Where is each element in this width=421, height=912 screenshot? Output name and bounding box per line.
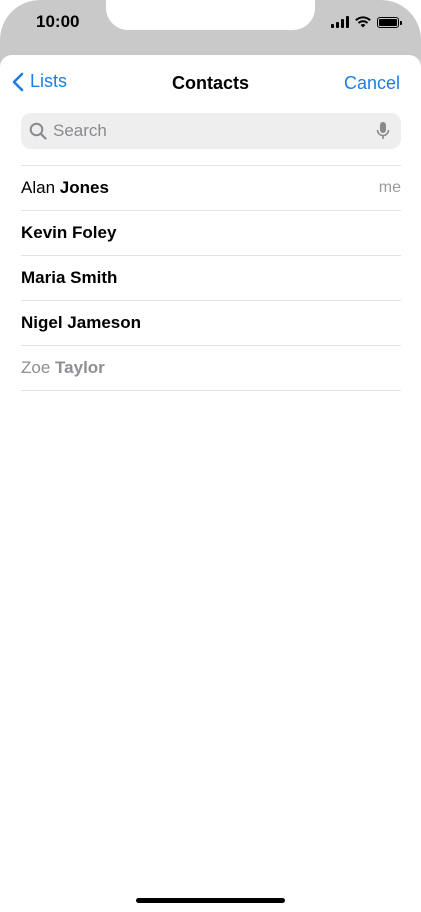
home-indicator	[136, 898, 285, 903]
battery-icon	[377, 16, 402, 28]
contact-row-alan-jones[interactable]: Alan Jones me	[21, 166, 401, 211]
contact-name: Zoe Taylor	[21, 358, 105, 377]
contact-row-kevin-foley[interactable]: Kevin Foley	[21, 211, 401, 256]
contacts-sheet: Lists Contacts Cancel Alan Jones	[0, 55, 421, 912]
contact-row-nigel-jameson[interactable]: Nigel Jameson	[21, 301, 401, 346]
contact-row-maria-smith[interactable]: Maria Smith	[21, 256, 401, 301]
navigation-bar: Lists Contacts Cancel	[0, 55, 421, 113]
microphone-icon[interactable]	[375, 121, 391, 141]
search-input[interactable]	[53, 121, 375, 141]
signal-icon	[331, 16, 349, 28]
contact-row-zoe-taylor[interactable]: Zoe Taylor	[21, 346, 401, 391]
contacts-list: Alan Jones me Kevin Foley Maria Smith Ni…	[21, 165, 401, 391]
contact-name: Kevin Foley	[21, 223, 117, 242]
contact-name: Alan Jones	[21, 178, 109, 197]
device-frame: 10:00 Lists Contacts Cancel Search Alan …	[0, 0, 421, 912]
search-icon	[29, 122, 47, 140]
cancel-button[interactable]: Cancel	[344, 73, 400, 94]
contact-name: Nigel Jameson	[21, 313, 141, 332]
screen-corner-left	[0, 0, 40, 40]
status-icons	[331, 15, 402, 29]
notch	[106, 0, 315, 30]
wifi-icon	[355, 16, 371, 28]
status-time: 10:00	[36, 12, 80, 31]
me-label: me	[378, 179, 401, 196]
search-bar[interactable]	[21, 113, 401, 149]
contact-name: Maria Smith	[21, 268, 118, 287]
